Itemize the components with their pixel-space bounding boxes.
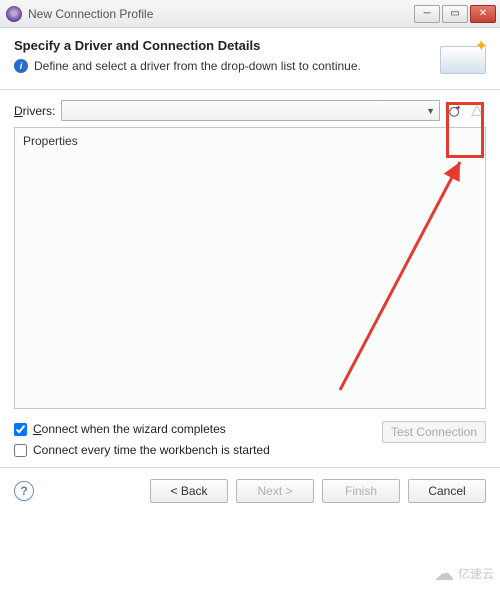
properties-label: Properties — [15, 128, 485, 154]
connect-on-complete-row[interactable]: Connect when the wizard completes — [14, 422, 226, 436]
connect-on-complete-label: Connect when the wizard completes — [33, 422, 226, 436]
window-controls: ─ ▭ ✕ — [414, 5, 496, 23]
help-icon[interactable]: ? — [14, 481, 34, 501]
finish-button: Finish — [322, 479, 400, 503]
drivers-dropdown[interactable]: ▼ — [61, 100, 440, 121]
cancel-button[interactable]: Cancel — [408, 479, 486, 503]
connect-on-complete-checkbox[interactable] — [14, 423, 27, 436]
watermark-text: 亿速云 — [458, 565, 494, 582]
watermark: ☁ 亿速云 — [434, 561, 494, 586]
test-connection-button: Test Connection — [382, 421, 486, 443]
close-button[interactable]: ✕ — [470, 5, 496, 23]
properties-panel: Properties — [14, 127, 486, 409]
titlebar: New Connection Profile ─ ▭ ✕ — [0, 0, 500, 28]
new-driver-icon[interactable] — [446, 102, 464, 120]
connect-every-start-checkbox[interactable] — [14, 444, 27, 457]
driver-tool-icons — [446, 102, 486, 120]
page-description: Define and select a driver from the drop… — [34, 59, 361, 73]
back-button[interactable]: < Back — [150, 479, 228, 503]
content-area: Drivers: ▼ Properties Connect when the w… — [0, 90, 500, 457]
edit-driver-icon — [468, 102, 486, 120]
info-icon: i — [14, 59, 28, 73]
page-heading: Specify a Driver and Connection Details — [14, 38, 486, 53]
maximize-button[interactable]: ▭ — [442, 5, 468, 23]
connection-options: Connect when the wizard completes Test C… — [14, 421, 486, 457]
drivers-row: Drivers: ▼ — [14, 100, 486, 121]
eclipse-icon — [6, 6, 22, 22]
wizard-footer: ? < Back Next > Finish Cancel — [0, 468, 500, 514]
wizard-header: Specify a Driver and Connection Details … — [0, 28, 500, 81]
drivers-label: Drivers: — [14, 104, 55, 118]
cloud-icon: ☁ — [434, 561, 454, 586]
page-description-row: i Define and select a driver from the dr… — [14, 59, 486, 73]
minimize-button[interactable]: ─ — [414, 5, 440, 23]
chevron-down-icon: ▼ — [426, 106, 435, 116]
connect-every-start-row[interactable]: Connect every time the workbench is star… — [14, 443, 486, 457]
window-title: New Connection Profile — [28, 7, 414, 21]
wizard-banner-icon: ✦ — [434, 38, 486, 74]
connect-every-start-label: Connect every time the workbench is star… — [33, 443, 270, 457]
next-button: Next > — [236, 479, 314, 503]
